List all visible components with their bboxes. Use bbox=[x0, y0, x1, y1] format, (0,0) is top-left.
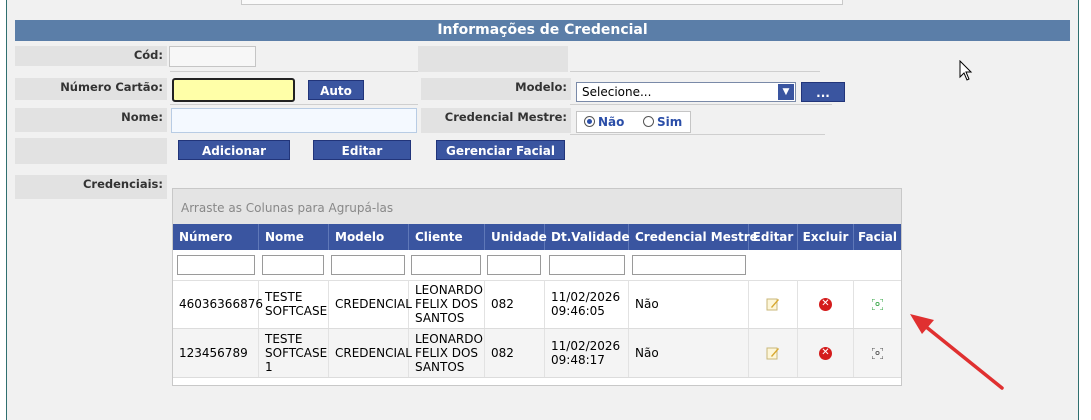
divider bbox=[570, 71, 820, 72]
radio-nao[interactable] bbox=[584, 116, 595, 127]
modelo-selected-value: Selecione... bbox=[582, 85, 652, 99]
cell-facial bbox=[854, 329, 901, 377]
cod-spacer bbox=[418, 46, 568, 72]
mouse-cursor-icon bbox=[959, 60, 973, 81]
auto-button[interactable]: Auto bbox=[308, 80, 364, 100]
buttons-row-spacer bbox=[15, 138, 167, 164]
editar-button[interactable]: Editar bbox=[313, 140, 411, 160]
cell-unidade: 082 bbox=[485, 280, 545, 328]
table-row: 46036366876 TESTE SOFTCASE CREDENCIAL LE… bbox=[173, 280, 901, 329]
edit-icon[interactable] bbox=[766, 346, 780, 360]
radio-nao-label: Não bbox=[598, 115, 625, 129]
cell-editar bbox=[749, 329, 798, 377]
col-cliente[interactable]: Cliente bbox=[409, 224, 485, 250]
filter-row bbox=[173, 250, 901, 281]
radio-sim-label: Sim bbox=[657, 115, 683, 129]
credenciais-label: Credenciais: bbox=[15, 175, 167, 199]
cell-nome: TESTE SOFTCASE 1 bbox=[259, 329, 329, 377]
numero-cartao-input[interactable] bbox=[172, 78, 295, 102]
col-credencial-mestre[interactable]: Credencial Mestre bbox=[629, 224, 758, 250]
filter-unidade-input[interactable] bbox=[487, 255, 541, 275]
cell-modelo: CREDENCIAL bbox=[329, 329, 412, 377]
face-scan-icon[interactable] bbox=[872, 298, 883, 310]
cell-modelo: CREDENCIAL bbox=[329, 280, 412, 328]
divider bbox=[170, 71, 418, 72]
adicionar-button[interactable]: Adicionar bbox=[178, 140, 290, 160]
cell-excluir: ✕ bbox=[798, 280, 854, 328]
modelo-label: Modelo: bbox=[421, 78, 571, 100]
cell-facial bbox=[854, 280, 901, 328]
chevron-down-icon[interactable]: ▼ bbox=[778, 84, 794, 100]
cell-editar bbox=[749, 280, 798, 328]
nome-label: Nome: bbox=[15, 108, 167, 132]
top-bar bbox=[241, 0, 843, 5]
cell-unidade: 082 bbox=[485, 329, 545, 377]
cell-excluir: ✕ bbox=[798, 329, 854, 377]
nome-input[interactable] bbox=[171, 108, 417, 133]
credenciais-grid: Arraste as Colunas para Agrupá-las Númer… bbox=[172, 188, 902, 386]
cell-mestre: Não bbox=[629, 329, 749, 377]
col-numero[interactable]: Número bbox=[173, 224, 259, 250]
filter-mestre-input[interactable] bbox=[632, 255, 746, 275]
delete-icon[interactable]: ✕ bbox=[819, 297, 832, 311]
filter-modelo-input[interactable] bbox=[331, 255, 405, 275]
cell-mestre: Não bbox=[629, 280, 749, 328]
edit-icon[interactable] bbox=[766, 297, 780, 311]
col-facial: Facial bbox=[857, 230, 898, 244]
divider bbox=[570, 134, 825, 135]
cod-input[interactable] bbox=[169, 46, 256, 67]
face-scan-icon[interactable] bbox=[872, 347, 883, 359]
numero-cartao-label: Número Cartão: bbox=[15, 78, 167, 100]
cell-cliente: LEONARDO FELIX DOS SANTOS bbox=[409, 280, 485, 328]
filter-numero-input[interactable] bbox=[177, 255, 255, 275]
modelo-more-button[interactable]: ... bbox=[801, 82, 845, 102]
col-editar: Editar bbox=[749, 224, 798, 250]
cell-numero: 123456789 bbox=[173, 329, 259, 377]
grid-header: Número Nome Modelo Cliente Unidade Dt.Va… bbox=[173, 224, 901, 250]
filter-cliente-input[interactable] bbox=[411, 255, 481, 275]
annotation-arrow-icon bbox=[910, 314, 1004, 390]
cell-nome: TESTE SOFTCASE bbox=[259, 280, 329, 328]
credencial-mestre-label: Credencial Mestre: bbox=[421, 108, 571, 133]
filter-nome-input[interactable] bbox=[262, 255, 324, 275]
divider bbox=[170, 104, 418, 105]
col-modelo[interactable]: Modelo bbox=[329, 224, 409, 250]
cell-numero: 46036366876 bbox=[173, 280, 263, 328]
section-title: Informações de Credencial bbox=[15, 20, 1070, 41]
cell-validade: 11/02/2026 09:48:17 bbox=[545, 329, 629, 377]
cell-cliente: LEONARDO FELIX DOS SANTOS bbox=[409, 329, 485, 377]
modelo-select[interactable]: Selecione... ▼ bbox=[576, 82, 796, 102]
col-unidade[interactable]: Unidade bbox=[485, 224, 547, 250]
table-row: 123456789 TESTE SOFTCASE 1 CREDENCIAL LE… bbox=[173, 329, 901, 378]
divider bbox=[570, 104, 832, 105]
col-excluir: Excluir bbox=[798, 224, 854, 250]
col-validade[interactable]: Dt.Validade bbox=[545, 224, 630, 250]
gerenciar-facial-button[interactable]: Gerenciar Facial bbox=[436, 140, 565, 160]
col-nome[interactable]: Nome bbox=[259, 224, 329, 250]
filter-validade-input[interactable] bbox=[549, 255, 625, 275]
cod-label: Cód: bbox=[15, 46, 167, 66]
radio-sim[interactable] bbox=[643, 116, 654, 127]
delete-icon[interactable]: ✕ bbox=[819, 346, 832, 360]
credencial-mestre-radio-group: Não Sim bbox=[576, 111, 691, 133]
group-by-hint: Arraste as Colunas para Agrupá-las bbox=[173, 189, 901, 224]
cell-validade: 11/02/2026 09:46:05 bbox=[545, 280, 629, 328]
